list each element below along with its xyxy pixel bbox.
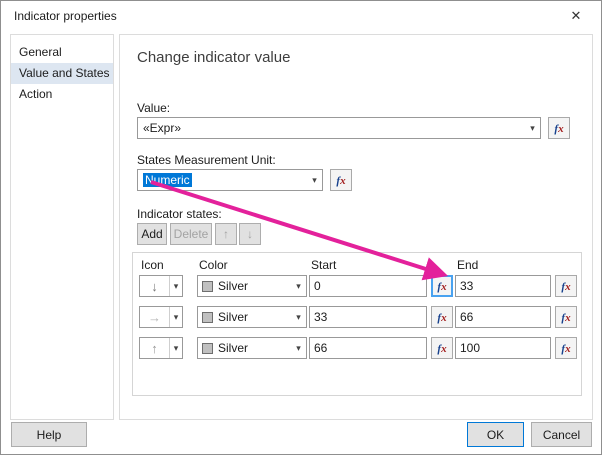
- chevron-down-icon: ▾: [169, 307, 182, 327]
- color-dropdown[interactable]: Silver ▾: [197, 337, 307, 359]
- end-expression-button[interactable]: fx: [555, 275, 577, 297]
- unit-text-selected: Numeric: [143, 173, 192, 187]
- color-swatch-silver: [202, 280, 213, 292]
- dialog-title: Indicator properties: [14, 9, 117, 23]
- start-expression-button[interactable]: fx: [431, 275, 453, 297]
- end-expression-button[interactable]: fx: [555, 306, 577, 328]
- main-panel: Change indicator value Value: «Expr» ▾ f…: [119, 34, 593, 420]
- chevron-down-icon: ▾: [169, 338, 182, 358]
- table-row: → ▾ Silver ▾ fx fx: [133, 306, 581, 328]
- ok-button[interactable]: OK: [467, 422, 524, 447]
- column-header-end: End: [457, 258, 479, 272]
- right-arrow-icon: →: [148, 309, 161, 325]
- move-down-button[interactable]: ↓: [239, 223, 261, 245]
- color-name: Silver: [218, 341, 249, 355]
- table-row: ↓ ▾ Silver ▾ fx fx: [133, 275, 581, 297]
- add-state-button[interactable]: Add: [137, 223, 167, 245]
- start-value-input[interactable]: [309, 337, 427, 359]
- value-text: «Expr»: [143, 121, 182, 135]
- chevron-down-icon: ▾: [296, 280, 301, 291]
- icon-dropdown[interactable]: ↓ ▾: [139, 275, 183, 297]
- color-name: Silver: [218, 279, 249, 293]
- titlebar: Indicator properties ✕: [1, 1, 601, 31]
- color-swatch-silver: [202, 311, 213, 323]
- arrow-up-icon: ↑: [223, 227, 229, 241]
- up-arrow-icon: ↑: [151, 340, 158, 356]
- table-row: ↑ ▾ Silver ▾ fx fx: [133, 337, 581, 359]
- states-measurement-unit-label: States Measurement Unit:: [137, 153, 276, 167]
- chevron-down-icon: ▾: [169, 276, 182, 296]
- end-expression-button[interactable]: fx: [555, 337, 577, 359]
- indicator-states-label: Indicator states:: [137, 207, 222, 221]
- end-value-input[interactable]: [455, 275, 551, 297]
- column-header-icon: Icon: [141, 258, 164, 272]
- indicator-states-table: Icon Color Start End ↓ ▾ Silver ▾ fx fx: [132, 252, 582, 396]
- icon-dropdown[interactable]: → ▾: [139, 306, 183, 328]
- column-header-color: Color: [199, 258, 228, 272]
- start-expression-button[interactable]: fx: [431, 306, 453, 328]
- value-expression-button[interactable]: fx: [548, 117, 570, 139]
- color-dropdown[interactable]: Silver ▾: [197, 306, 307, 328]
- chevron-down-icon: ▾: [312, 174, 317, 185]
- indicator-properties-dialog: Indicator properties ✕ General Value and…: [0, 0, 602, 455]
- chevron-down-icon: ▾: [296, 311, 301, 322]
- close-icon: ✕: [570, 8, 582, 23]
- color-swatch-silver: [202, 342, 213, 354]
- start-value-input[interactable]: [309, 306, 427, 328]
- chevron-down-icon: ▾: [296, 342, 301, 353]
- sidebar-item-general[interactable]: General: [11, 42, 113, 63]
- down-arrow-icon: ↓: [151, 278, 158, 294]
- sidebar-item-value-and-states[interactable]: Value and States: [11, 63, 113, 84]
- close-button[interactable]: ✕: [561, 4, 591, 28]
- move-up-button[interactable]: ↑: [215, 223, 237, 245]
- cancel-button[interactable]: Cancel: [531, 422, 592, 447]
- sidebar-item-action[interactable]: Action: [11, 84, 113, 105]
- unit-expression-button[interactable]: fx: [330, 169, 352, 191]
- delete-state-button[interactable]: Delete: [170, 223, 212, 245]
- chevron-down-icon: ▾: [530, 122, 535, 133]
- start-value-input[interactable]: [309, 275, 427, 297]
- sidebar: General Value and States Action: [10, 34, 114, 420]
- arrow-down-icon: ↓: [247, 227, 253, 241]
- end-value-input[interactable]: [455, 337, 551, 359]
- end-value-input[interactable]: [455, 306, 551, 328]
- start-expression-button[interactable]: fx: [431, 337, 453, 359]
- value-combobox[interactable]: «Expr» ▾: [137, 117, 541, 139]
- icon-dropdown[interactable]: ↑ ▾: [139, 337, 183, 359]
- page-title: Change indicator value: [137, 49, 291, 66]
- value-label: Value:: [137, 101, 171, 115]
- unit-combobox[interactable]: Numeric ▾: [137, 169, 323, 191]
- color-name: Silver: [218, 310, 249, 324]
- column-header-start: Start: [311, 258, 337, 272]
- help-button[interactable]: Help: [11, 422, 87, 447]
- color-dropdown[interactable]: Silver ▾: [197, 275, 307, 297]
